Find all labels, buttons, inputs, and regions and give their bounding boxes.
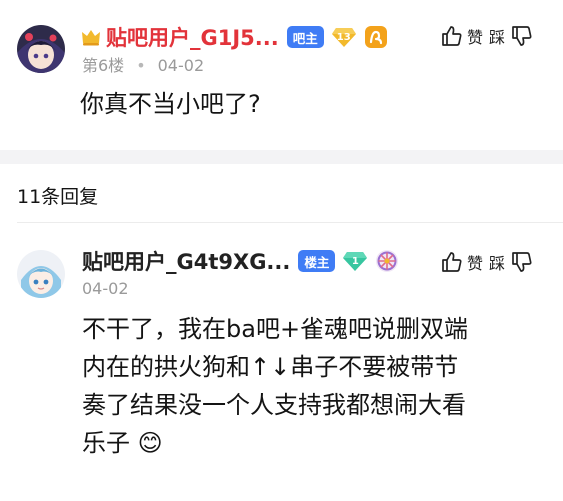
post-item: 贴吧用户_G1J5... 吧主 13 赞 踩 第6楼 • 04-02 你真不当小… bbox=[0, 0, 563, 150]
dislike-button[interactable]: 踩 bbox=[489, 24, 505, 48]
dislike-button[interactable]: 踩 bbox=[489, 250, 505, 274]
thumb-up-icon[interactable] bbox=[441, 251, 463, 273]
smile-emoji: 😊 bbox=[137, 429, 163, 457]
thumb-up-icon[interactable] bbox=[441, 25, 463, 47]
post-meta: 第6楼 • 04-02 bbox=[82, 56, 205, 75]
level-number: 13 bbox=[336, 31, 351, 43]
floor-number: 第6楼 bbox=[82, 56, 125, 75]
like-button[interactable]: 赞 bbox=[467, 24, 483, 48]
section-divider bbox=[0, 150, 563, 164]
avatar[interactable] bbox=[17, 250, 65, 298]
vip-icon bbox=[364, 25, 388, 49]
username[interactable]: 贴吧用户_G4t9XG... bbox=[82, 246, 290, 276]
like-button[interactable]: 赞 bbox=[467, 250, 483, 274]
crown-icon bbox=[80, 26, 102, 48]
divider-line bbox=[17, 222, 563, 223]
role-badge: 吧主 bbox=[286, 26, 324, 48]
reply-count: 11条回复 bbox=[17, 186, 99, 208]
reply-user-row: 贴吧用户_G4t9XG... 楼主 1 bbox=[82, 246, 399, 276]
level-number: 1 bbox=[351, 255, 359, 267]
reply-line: 不干了，我在ba吧+雀魂吧说删双端 bbox=[82, 315, 469, 343]
level-gem-icon: 1 bbox=[342, 250, 368, 272]
post-date: 04-02 bbox=[157, 56, 205, 75]
username[interactable]: 贴吧用户_G1J5... bbox=[106, 22, 279, 52]
reply-vote-bar: 赞 踩 bbox=[441, 250, 533, 274]
wheel-icon bbox=[375, 249, 399, 273]
level-gem-icon: 13 bbox=[331, 26, 357, 48]
thumb-down-icon[interactable] bbox=[511, 251, 533, 273]
reply-date: 04-02 bbox=[82, 279, 129, 298]
reply-line: 内在的拱火狗和↑↓串子不要被带节 bbox=[82, 353, 459, 381]
reply-line: 奏了结果没一个人支持我都想闹大看 bbox=[82, 391, 466, 419]
role-badge: 楼主 bbox=[298, 250, 336, 272]
post-content: 你真不当小吧了? bbox=[80, 90, 261, 118]
post-vote-bar: 赞 踩 bbox=[441, 24, 533, 48]
reply-content: 不干了，我在ba吧+雀魂吧说删双端 内在的拱火狗和↑↓串子不要被带节 奏了结果没… bbox=[82, 310, 468, 462]
post-user-row: 贴吧用户_G1J5... 吧主 13 bbox=[80, 22, 388, 52]
reply-line: 乐子 bbox=[82, 429, 130, 457]
avatar[interactable] bbox=[17, 25, 65, 73]
thumb-down-icon[interactable] bbox=[511, 25, 533, 47]
